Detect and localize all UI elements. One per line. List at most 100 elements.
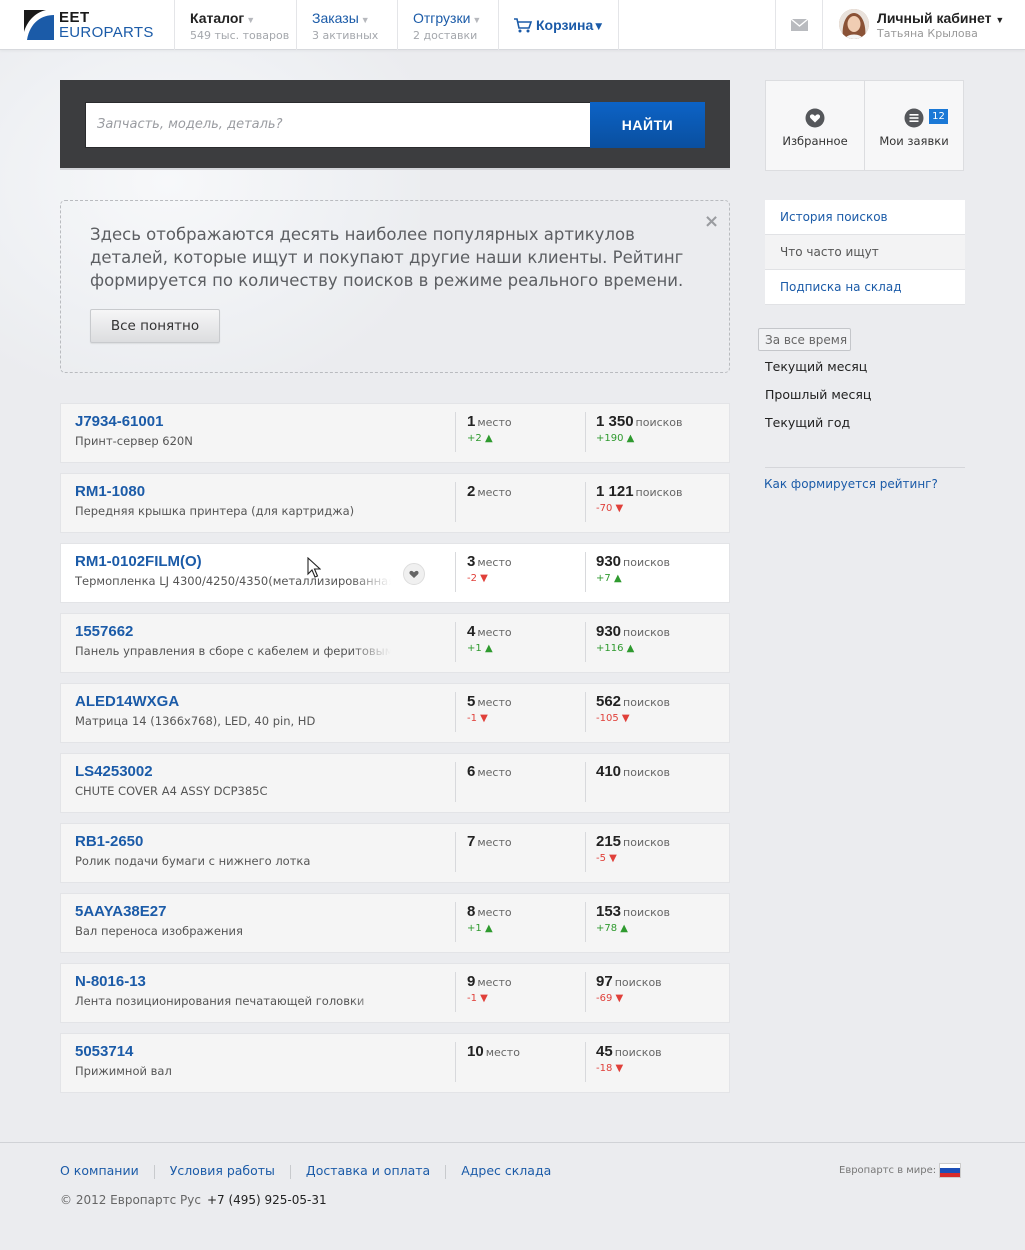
divider: [455, 482, 456, 522]
place-unit: место: [477, 836, 512, 849]
part-code-link[interactable]: 1557662: [75, 623, 133, 640]
searches-unit: поисков: [623, 836, 671, 849]
list-item[interactable]: RB1-2650 Ролик подачи бумаги с нижнего ло…: [60, 823, 730, 883]
arrow-up-icon: ▲: [613, 573, 622, 584]
part-code-link[interactable]: ALED14WXGA: [75, 693, 179, 710]
divider: [585, 972, 586, 1012]
place-value: 3: [467, 553, 476, 570]
part-code-link[interactable]: 5053714: [75, 1043, 133, 1060]
favorites-button[interactable]: Избранное: [765, 80, 865, 171]
arrow-down-icon: ▼: [480, 713, 488, 724]
list-icon: [904, 108, 924, 128]
arrow-down-icon: ▼: [615, 503, 624, 514]
mouse-cursor-icon: [307, 557, 321, 578]
footer-link-warehouse[interactable]: Адрес склада: [461, 1163, 551, 1178]
menu-item-frequent-searches[interactable]: Что часто ищут: [765, 235, 965, 270]
searches-value: 562: [596, 693, 622, 710]
list-item[interactable]: J7934-61001 Принт-сервер 620N 1 место +2 ▲ 1 …: [60, 403, 730, 463]
place-cell: 10 место: [467, 1043, 520, 1060]
searches-cell: 153 поисков +78 ▲: [596, 903, 670, 934]
nav-orders-title: Заказы: [312, 10, 359, 26]
footer-link-delivery[interactable]: Доставка и оплата: [306, 1163, 430, 1178]
part-code-link[interactable]: J7934-61001: [75, 413, 163, 430]
searches-delta: -70 ▼: [596, 503, 623, 514]
copyright-text: © 2012 Европартс Рус: [60, 1193, 201, 1207]
searches-delta-value: -5: [596, 853, 606, 864]
place-value: 4: [467, 623, 476, 640]
list-item[interactable]: RM1-1080 Передняя крышка принтера (для ка…: [60, 473, 730, 533]
account-user: Татьяна Крылова: [877, 27, 978, 40]
place-unit: место: [477, 486, 512, 499]
part-description: Принт-сервер 620N: [75, 434, 391, 448]
menu-item-stock-subscription[interactable]: Подписка на склад: [765, 270, 965, 305]
searches-unit: поисков: [623, 766, 671, 779]
searches-cell: 45 поисков -18 ▼: [596, 1043, 662, 1074]
period-current-month[interactable]: Текущий месяц: [765, 359, 867, 374]
search-input[interactable]: Запчасть, модель, деталь?: [85, 102, 591, 148]
part-code-link[interactable]: LS4253002: [75, 763, 153, 780]
cart-label: Корзина: [536, 17, 594, 33]
nav-catalog[interactable]: Каталог ▼ 549 тыс. товаров: [174, 0, 296, 50]
menu-item-search-history[interactable]: История поисков: [765, 200, 965, 235]
place-unit: место: [477, 696, 512, 709]
searches-value: 215: [596, 833, 622, 850]
rating-info-link[interactable]: Как формируется рейтинг?: [764, 477, 938, 491]
cart-icon: [514, 17, 533, 32]
divider: [585, 482, 586, 522]
arrow-up-icon: ▲: [626, 643, 635, 654]
arrow-up-icon: ▲: [620, 923, 628, 934]
period-last-month[interactable]: Прошлый месяц: [765, 387, 871, 402]
dismiss-button[interactable]: Все понятно: [90, 309, 220, 343]
part-code-link[interactable]: RM1-1080: [75, 483, 145, 500]
list-item[interactable]: LS4253002 CHUTE COVER A4 ASSY DCP385C 6 мес…: [60, 753, 730, 813]
part-description: CHUTE COVER A4 ASSY DCP385C: [75, 784, 391, 798]
period-all-time[interactable]: За все время: [758, 328, 851, 351]
searches-value: 1 121: [596, 483, 634, 500]
russia-flag-icon[interactable]: [939, 1163, 961, 1178]
list-item[interactable]: RM1-0102FILM(O) Термопленка LJ 4300/4250/…: [60, 543, 730, 603]
place-delta-value: -1: [467, 713, 477, 724]
part-code-link[interactable]: N-8016-13: [75, 973, 146, 990]
footer-link-terms[interactable]: Условия работы: [170, 1163, 275, 1178]
search-button[interactable]: НАЙТИ: [590, 102, 705, 148]
footer-links: О компании Условия работы Доставка и оплат…: [60, 1163, 551, 1179]
place-unit: место: [477, 626, 512, 639]
arrow-down-icon: ▼: [615, 1063, 624, 1074]
searches-cell: 562 поисков -105 ▼: [596, 693, 670, 724]
place-delta-value: -1: [467, 993, 477, 1004]
searches-cell: 1 350 поисков +190 ▲: [596, 413, 683, 444]
favorites-label: Избранное: [782, 134, 848, 148]
my-requests-button[interactable]: Мои заявки: [864, 80, 964, 171]
place-value: 5: [467, 693, 476, 710]
period-current-year[interactable]: Текущий год: [765, 415, 850, 430]
part-code-link[interactable]: RM1-0102FILM(O): [75, 553, 202, 570]
nav-shipments[interactable]: Отгрузки ▼ 2 доставки: [397, 0, 498, 50]
place-cell: 6 место: [467, 763, 512, 780]
nav-cart[interactable]: Корзина ▼: [498, 0, 619, 50]
phone-number: +7 (495) 925-05-31: [206, 1193, 327, 1207]
part-code-link[interactable]: RB1-2650: [75, 833, 143, 850]
list-item[interactable]: N-8016-13 Лента позиционирования печатающ…: [60, 963, 730, 1023]
mail-button[interactable]: [775, 0, 823, 50]
list-item[interactable]: 5053714 Прижимной вал 10 место 45 поисков -18 …: [60, 1033, 730, 1093]
divider: [445, 1164, 447, 1179]
logo[interactable]: EET EUROPARTS: [22, 8, 172, 42]
part-description: Панель управления в сборе с кабелем и фе…: [75, 644, 391, 658]
footer-link-about[interactable]: О компании: [60, 1163, 139, 1178]
searches-cell: 1 121 поисков -70 ▼: [596, 483, 683, 514]
mail-icon: [790, 19, 808, 31]
part-description: Термопленка LJ 4300/4250/4350(металлизир…: [75, 574, 391, 588]
place-unit: место: [485, 1046, 520, 1059]
part-description: Прижимной вал: [75, 1064, 391, 1078]
place-value: 7: [467, 833, 476, 850]
list-item[interactable]: 5AAYA38E27 Вал переноса изображения 8 место…: [60, 893, 730, 953]
list-item[interactable]: ALED14WXGA Матрица 14 (1366x768), LED, 40…: [60, 683, 730, 743]
part-code-link[interactable]: 5AAYA38E27: [75, 903, 166, 920]
close-icon[interactable]: ×: [704, 211, 719, 232]
add-favorite-button[interactable]: [403, 563, 425, 585]
nav-orders[interactable]: Заказы ▼ 3 активных: [296, 0, 397, 50]
place-delta: -2 ▼: [467, 573, 488, 584]
searches-cell: 215 поисков -5 ▼: [596, 833, 671, 864]
list-item[interactable]: 1557662 Панель управления в сборе с кабел…: [60, 613, 730, 673]
nav-catalog-sub: 549 тыс. товаров: [190, 29, 290, 42]
